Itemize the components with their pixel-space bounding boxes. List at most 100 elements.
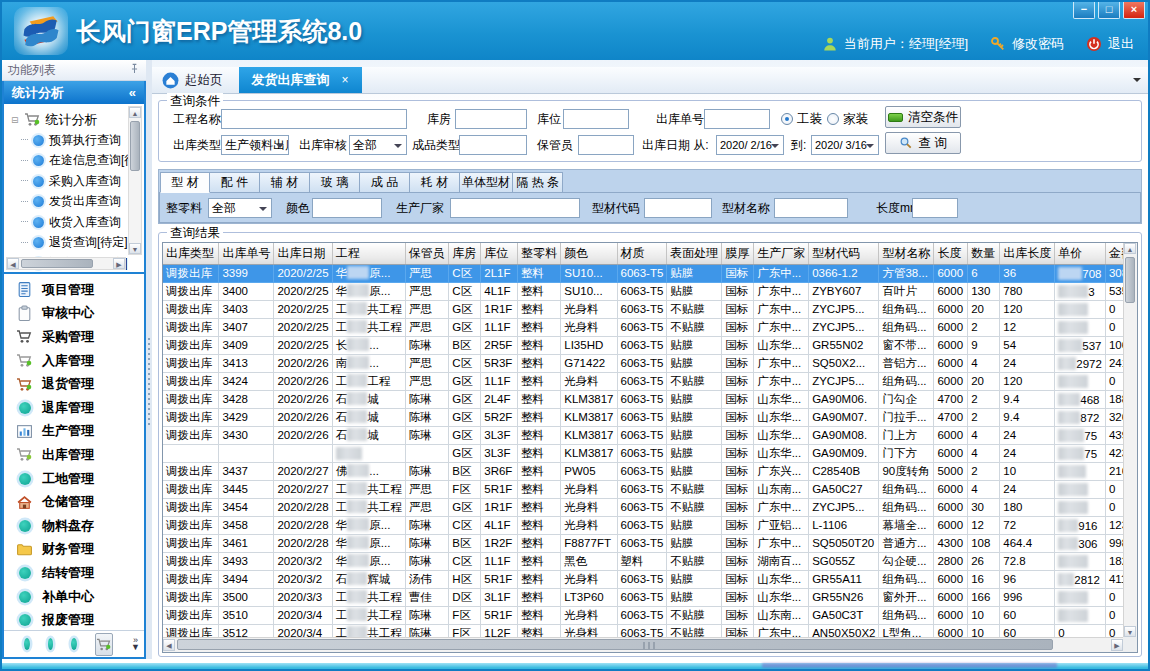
- material-tab-辅材[interactable]: 辅 材: [260, 172, 310, 193]
- table-row[interactable]: 调拨出库34292020/2/26石城陈琳G区5R2F整料KLM38176063…: [163, 408, 1137, 426]
- tab-active[interactable]: 发货出库查询 ×: [239, 67, 362, 93]
- sidebar-item-审核中心[interactable]: 审核中心: [4, 302, 144, 326]
- circle-icon[interactable]: [48, 638, 54, 650]
- table-row[interactable]: 调拨出库34582020/2/28华原...陈琳C区4L1F整料光身料6063-…: [163, 516, 1137, 534]
- column-header[interactable]: 生产厂家: [754, 243, 809, 264]
- collapse-icon[interactable]: «: [129, 85, 136, 100]
- tree-root[interactable]: ⊟ 统计分析: [11, 109, 144, 130]
- column-header[interactable]: 型材代码: [809, 243, 879, 264]
- table-row[interactable]: 调拨出库34542020/2/28工共工程严思G区1R1F整料光身料6063-T…: [163, 498, 1137, 516]
- tree-item[interactable]: 预算执行查询: [11, 130, 144, 151]
- location-input[interactable]: [563, 109, 629, 129]
- column-header[interactable]: 膜厚: [722, 243, 754, 264]
- tree-item[interactable]: 在途信息查询[待: [11, 151, 144, 172]
- tree-item[interactable]: 收货入库查询: [11, 212, 144, 233]
- clear-conditions-button[interactable]: 清空条件: [885, 106, 961, 128]
- splitter[interactable]: [146, 60, 152, 659]
- material-tab-隔热条[interactable]: 隔 热 条: [513, 172, 563, 193]
- column-header[interactable]: 库位: [481, 243, 518, 264]
- warehouse-input[interactable]: [455, 109, 527, 129]
- circle-icon[interactable]: [71, 638, 77, 650]
- sidebar-item-退货管理[interactable]: 退货管理: [4, 372, 144, 396]
- outbound-type-select[interactable]: 生产领料出库: [221, 135, 289, 155]
- radio-gongzhuang[interactable]: 工装: [781, 109, 822, 129]
- keeper-input[interactable]: [578, 135, 634, 155]
- material-tab-玻璃[interactable]: 玻 璃: [310, 172, 360, 193]
- sidebar-item-工地管理[interactable]: 工地管理: [4, 467, 144, 491]
- table-row[interactable]: 调拨出库35002020/3/3工共工程曹佳D区3L1F整料LT3P606063…: [163, 588, 1137, 606]
- column-header[interactable]: 颜色: [561, 243, 617, 264]
- name-input[interactable]: [774, 198, 848, 218]
- column-header[interactable]: 出库长度: [1000, 243, 1055, 264]
- radio-jiazhuang[interactable]: 家装: [827, 109, 868, 129]
- column-header[interactable]: 出库日期: [274, 243, 332, 264]
- column-header[interactable]: 材质: [617, 243, 667, 264]
- table-row[interactable]: 调拨出库34132020/2/26南...严思C区5R3F整料G71422606…: [163, 354, 1137, 372]
- material-tab-配件[interactable]: 配 件: [210, 172, 260, 193]
- sidebar-item-采购管理[interactable]: 采购管理: [4, 325, 144, 349]
- tree-vertical-scrollbar[interactable]: ▲ ▼: [128, 106, 142, 255]
- sidebar-item-仓储管理[interactable]: 仓储管理: [4, 490, 144, 514]
- order-no-input[interactable]: [704, 109, 770, 129]
- pin-icon[interactable]: [129, 63, 140, 77]
- table-row[interactable]: G区3L3F整料KLM38176063-T5贴膜国标山东华...GA90M09.…: [163, 444, 1137, 462]
- table-row[interactable]: 调拨出库34372020/2/27佛...陈琳B区3R6F整料PW056063-…: [163, 462, 1137, 480]
- sidebar-item-生产管理[interactable]: 生产管理: [4, 420, 144, 444]
- material-tab-成品[interactable]: 成 品: [360, 172, 410, 193]
- sidebar-item-补单中心[interactable]: 补单中心: [4, 585, 144, 609]
- column-header[interactable]: 保管员: [405, 243, 449, 264]
- change-password-link[interactable]: 修改密码: [1012, 35, 1064, 53]
- sidebar-item-报废管理[interactable]: 报废管理: [4, 608, 144, 630]
- project-name-input[interactable]: [221, 109, 407, 129]
- sidebar-item-入库管理[interactable]: 入库管理: [4, 349, 144, 373]
- sidebar-item-退库管理[interactable]: 退库管理: [4, 396, 144, 420]
- tree-item[interactable]: 退货查询[待定]: [11, 233, 144, 254]
- table-row[interactable]: 调拨出库33992020/2/25华原...严思C区2L1F整料SU10...6…: [163, 264, 1137, 282]
- date-to-select[interactable]: 2020/ 3/16: [811, 135, 879, 155]
- circle-icon[interactable]: [24, 638, 30, 650]
- table-row[interactable]: 调拨出库34072020/2/25工共工程严思G区1L1F整料光身料6063-T…: [163, 318, 1137, 336]
- sidebar-item-物料盘存[interactable]: 物料盘存: [4, 514, 144, 538]
- sidebar-item-结转管理[interactable]: 结转管理: [4, 561, 144, 585]
- minimize-button[interactable]: −: [1073, 2, 1095, 19]
- zl-select[interactable]: 全部: [208, 198, 272, 218]
- column-header[interactable]: 工程: [332, 243, 405, 264]
- column-header[interactable]: 库房: [449, 243, 481, 264]
- column-header[interactable]: 表面处理: [667, 243, 722, 264]
- close-button[interactable]: ×: [1123, 2, 1145, 19]
- grid-vertical-scrollbar[interactable]: ▲ ▼: [1123, 243, 1137, 637]
- tree-item[interactable]: 采购入库查询: [11, 171, 144, 192]
- sidebar-item-项目管理[interactable]: 项目管理: [4, 278, 144, 302]
- tree-item[interactable]: 发货出库查询: [11, 192, 144, 213]
- tree-horizontal-scrollbar[interactable]: ◀ ▶: [6, 257, 126, 270]
- table-row[interactable]: 调拨出库34092020/2/25长...陈琳B区2R5F整料LI35HD606…: [163, 336, 1137, 354]
- material-tab-单体型材[interactable]: 单体型材: [460, 172, 513, 193]
- table-row[interactable]: 调拨出库34612020/2/28华原...陈琳B区1R2F整料F8877FT6…: [163, 534, 1137, 552]
- sidebar-item-出库管理[interactable]: 出库管理: [4, 443, 144, 467]
- table-row[interactable]: 调拨出库35102020/3/4工共工程陈琳F区5R1F整料光身料6063-T5…: [163, 606, 1137, 624]
- column-header[interactable]: 出库单号: [219, 243, 274, 264]
- material-tab-耗材[interactable]: 耗 材: [410, 172, 460, 193]
- column-header[interactable]: 型材名称: [879, 243, 934, 264]
- color-input[interactable]: [312, 198, 382, 218]
- table-row[interactable]: 调拨出库34452020/2/27工共工程严思F区5R1F整料光身料6063-T…: [163, 480, 1137, 498]
- material-tab-型材[interactable]: 型 材: [160, 172, 210, 193]
- mfr-input[interactable]: [450, 198, 580, 218]
- overflow-button[interactable]: »▼: [131, 637, 140, 651]
- tab-close-icon[interactable]: ×: [342, 73, 349, 87]
- table-row[interactable]: 调拨出库34942020/3/2石辉城汤伟H区5R1F整料光身料6063-T5贴…: [163, 570, 1137, 588]
- tab-list-caret[interactable]: [1133, 78, 1141, 86]
- table-row[interactable]: 调拨出库34032020/2/25工共工程严思G区1R1F整料光身料6063-T…: [163, 300, 1137, 318]
- cart-button[interactable]: [95, 633, 113, 656]
- column-header[interactable]: 单价: [1055, 243, 1106, 264]
- table-row[interactable]: 调拨出库34282020/2/26石城陈琳G区2L4F整料KLM38176063…: [163, 390, 1137, 408]
- product-type-input[interactable]: [459, 135, 527, 155]
- code-input[interactable]: [644, 198, 712, 218]
- date-from-select[interactable]: 2020/ 2/16: [716, 135, 784, 155]
- sidebar-item-财务管理[interactable]: 财务管理: [4, 538, 144, 562]
- audit-select[interactable]: 全部: [349, 135, 407, 155]
- grid-horizontal-scrollbar[interactable]: ◀ ▶: [163, 637, 1123, 652]
- column-header[interactable]: 数量: [968, 243, 1000, 264]
- column-header[interactable]: 长度: [934, 243, 968, 264]
- length-input[interactable]: [912, 198, 958, 218]
